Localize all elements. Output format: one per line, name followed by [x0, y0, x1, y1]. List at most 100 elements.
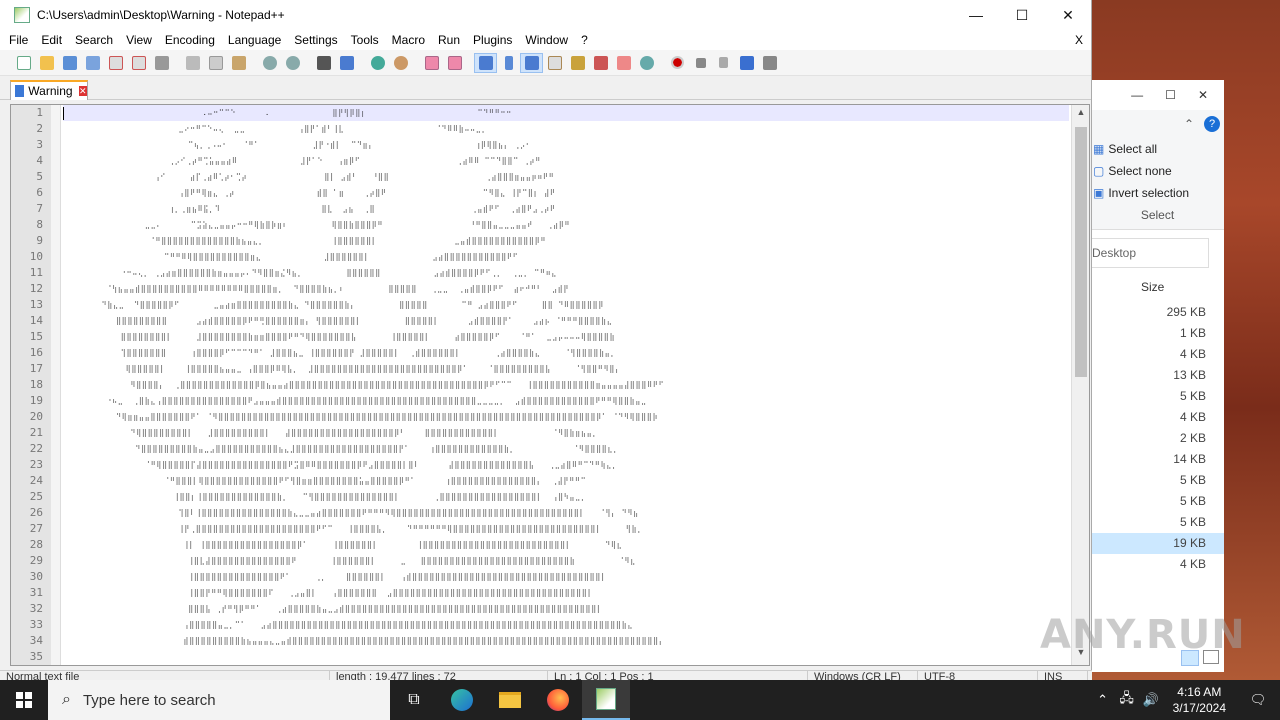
doc-map-icon[interactable]: [566, 53, 589, 73]
menu-macro[interactable]: Macro: [392, 33, 425, 47]
help-icon[interactable]: ?: [1204, 116, 1220, 132]
word-wrap-icon[interactable]: [474, 52, 497, 73]
copy-icon[interactable]: [204, 53, 227, 73]
editor-line[interactable]: ⢿⣿⣿⣿⣿⣿⡇ ⢸⣿⣿⣿⣿⣿⣦⣤⣤⣀ ⢠⣿⣿⣿⡿⠿⢿⣧⡀ ⣸⣿⣿⣿⣿⣿⣿⣿⣿⣿⣿…: [63, 361, 1069, 377]
editor-line[interactable]: ⠐⠦⣀ ⢀⣿⣷⣄⢠⣿⣿⣿⣿⣿⣿⣿⣿⣿⣿⣿⣿⣿⣿⣿⠟⣠⣤⣤⣤⣾⣿⣿⣿⣿⣿⣿⣿⣿⣿⣿…: [63, 393, 1069, 409]
clock[interactable]: 4:16 AM 3/17/2024: [1163, 684, 1236, 716]
editor-line[interactable]: ⠙⢿⣶⣶⣤⣤⣿⣿⣿⣿⣿⣿⣿⠟⠁ ⠈⠻⣿⣿⣿⣿⣿⣿⣿⣿⣿⣿⣿⣿⣿⣿⣿⣿⣿⣿⣿⣿⣿⣿…: [63, 409, 1069, 425]
edge-icon[interactable]: [438, 680, 486, 720]
editor-line[interactable]: ⢸⡇ ⢸⣿⣿⣿⣿⣿⣿⣿⣿⣿⣿⣿⣿⣿⣿⣿⣿⡿⠁ ⢸⣿⣿⣿⣿⣿⣿⡇ ⢸⣿⣿⣿⣿⣿⣿⣿…: [63, 537, 1069, 553]
editor-line[interactable]: ⢹⣿⠇⢸⣿⣿⣿⣿⣿⣿⣿⣿⣿⣿⣿⣿⣿⣿⣿⣷⣄⣀⣀⣤⣴⣿⣿⣿⣿⣿⣿⣿⠟⠛⠛⠛⠻⢿⣿⣿…: [63, 505, 1069, 521]
menu-help[interactable]: ?: [581, 33, 588, 47]
text-editor[interactable]: 1 2 3 4 5 6 7 8 9 10 11 12 13 14 15 16 17 18 19 20 21 22 23 24 2…: [10, 104, 1090, 666]
stop-macro-icon[interactable]: [689, 53, 712, 73]
editor-line[interactable]: ⣿⣿⣿⣿⣿⣿⣿⣿⣿ ⣠⣴⣾⣿⣿⣿⣿⣿⡿⠟⠛⢛⣿⣿⣿⣿⣿⣿⣶⡄ ⢻⣿⣿⣿⣿⣿⣿⡇ …: [63, 313, 1069, 329]
close-icon[interactable]: ✕: [1198, 88, 1208, 102]
file-row-size[interactable]: 295 KB: [1091, 302, 1224, 323]
show-all-chars-icon[interactable]: [497, 53, 520, 73]
sync-vertical-icon[interactable]: [420, 53, 443, 73]
play-macro-icon[interactable]: [712, 53, 735, 73]
vertical-scrollbar[interactable]: ▲ ▼: [1071, 105, 1089, 665]
indent-guide-icon[interactable]: [520, 52, 543, 73]
find-icon[interactable]: [312, 53, 335, 73]
size-column-header[interactable]: Size: [1091, 268, 1224, 302]
editor-line[interactable]: ⢹⣿⣿⣿⣿⣿⣿⣿ ⢰⣿⣿⣿⣿⡿⠋⠉⠉⠉⠙⠛⠁ ⣸⣿⣿⣿⣦⣀ ⢸⣿⣿⣿⣿⣿⣿⡟ ⣸…: [63, 345, 1069, 361]
network-icon[interactable]: 🖧: [1115, 689, 1139, 711]
editor-line[interactable]: .⠤⠒⠉⠉⠑ . ⣿⡟⢻⡿⣿⡆ ⠉⠙⠛⠛⠒⠒⠀: [63, 105, 1069, 121]
editor-line[interactable]: ⠈⢳⣦⣤⣤⣾⣿⣿⣿⣿⣿⣿⣿⣿⣿⣿⠿⠿⠿⠿⠿⠿⠿⠿⣿⣿⣿⣿⣿⣶⡀ ⠙⣿⣿⣿⣿⣷⣦⡀…: [63, 281, 1069, 297]
file-row-size[interactable]: 13 KB: [1091, 365, 1224, 386]
save-icon[interactable]: [58, 53, 81, 73]
menu-run[interactable]: Run: [438, 33, 460, 47]
close-tab-icon[interactable]: ✕: [78, 86, 87, 96]
editor-line[interactable]: ⣿⣿⣿⣿⣿⣿⣿⣿⡇ ⣸⣿⣿⣿⣿⣿⣿⣿⣿⣷⣶⣶⣿⣿⣿⣿⠟⠛⠙⢿⣿⣿⣿⣿⣿⣿⣿⣧ ⢸…: [63, 329, 1069, 345]
editor-line[interactable]: ⣀⣀⠄ ⠉⣩⣵⣄⣀⣤⣤⡤⠒⠒⠛⢿⣷⣿⡷⣶⠆ ⢿⣿⣿⣷⣿⣿⣿⡿⠛ ⠘⠛⣿⣿⣤⣀⣀⣀…: [63, 217, 1069, 233]
menu-plugins[interactable]: Plugins: [473, 33, 512, 47]
editor-line[interactable]: ⢰⡀⢀⣶⣦⠿⣯⡀⠹ ⣿⣇ ⣠⣦ ⢀⣿ ⢀⣤⣾⠟⠋ ⢀⣴⣿⠟⣠⢀⡴⠟: [63, 201, 1069, 217]
volume-icon[interactable]: 🔊: [1139, 692, 1163, 708]
menu-file[interactable]: File: [9, 33, 28, 47]
udl-icon[interactable]: [543, 53, 566, 73]
close-file-icon[interactable]: [104, 53, 127, 73]
editor-line[interactable]: ⢀⡠⠊⢀⡴⠛⢉⣥⣤⣤⣴⠿ ⣸⡟⠁⠑ ⢠⣶⡿⠋ ⢀⣴⠿⠿ ⠉⠉⠙⣿⣿⠉ ⢀⡴⠛: [63, 153, 1069, 169]
firefox-icon[interactable]: [534, 680, 582, 720]
cut-icon[interactable]: [181, 53, 204, 73]
scroll-up-icon[interactable]: ▲: [1072, 107, 1089, 123]
file-row-size[interactable]: 4 KB: [1091, 407, 1224, 428]
chevron-up-icon[interactable]: ⌃: [1091, 692, 1115, 708]
editor-line[interactable]: ⠙⣷⣄⣀ ⠙⣿⣿⣿⣿⣿⡿⠋ ⣀⣤⣴⣶⣿⣿⣿⣿⣿⣿⣿⣿⣿⣷⣄ ⠙⣿⣿⣿⣿⣿⣿⣷⡄ …: [63, 297, 1069, 313]
taskbar-search[interactable]: ⌕ Type here to search: [48, 680, 390, 720]
minimize-icon[interactable]: —: [1131, 88, 1143, 102]
file-row-size[interactable]: 2 KB: [1091, 428, 1224, 449]
address-bar[interactable]: Desktop: [1091, 238, 1209, 268]
menu-edit[interactable]: Edit: [41, 33, 62, 47]
chevron-up-icon[interactable]: ⌃: [1184, 117, 1194, 131]
zoom-out-icon[interactable]: [389, 53, 412, 73]
record-macro-icon[interactable]: [666, 53, 689, 73]
open-file-icon[interactable]: [35, 53, 58, 73]
menu-view[interactable]: View: [126, 33, 152, 47]
editor-line[interactable]: ⢸⡟⢀⣿⣿⣿⣿⣿⣿⣿⣿⣿⣿⣿⣿⣿⣿⣿⣿⣿⣿⣿⣿⣿⠟⠋⠉ ⢸⣿⣿⣿⣿⣧⡀ ⠙⠛⠛⠛…: [63, 521, 1069, 537]
file-row-size[interactable]: 4 KB: [1091, 344, 1224, 365]
sync-horizontal-icon[interactable]: [443, 53, 466, 73]
redo-icon[interactable]: [281, 53, 304, 73]
file-row-size[interactable]: 14 KB: [1091, 449, 1224, 470]
editor-line[interactable]: ⢠⣿⣿⣿⣿⣿⣤⣀⡀⠉⠁ ⣠⣴⣿⣿⣿⣿⣿⣿⣿⣿⣿⣿⣿⣿⣿⣿⣿⣿⣿⣿⣿⣿⣿⣿⣿⣿⣿⣿…: [63, 617, 1069, 633]
menu-window[interactable]: Window: [525, 33, 568, 47]
save-all-icon[interactable]: [81, 53, 104, 73]
editor-line[interactable]: ⢠⣿⠟⠛⢿⣶⣄ ⢀⡴ ⣾⣿ ⠁⣶ ⢀⡴⣿⠟ ⠉⠻⣿⣄ ⢸⡟⠉⣿⡆ ⣼⠟: [63, 185, 1069, 201]
maximize-button[interactable]: ☐: [999, 0, 1045, 30]
editor-line[interactable]: ⠈⠛⣿⣿⣿⣿⣿⣿⣿⣿⣿⣿⣿⣿⣿⣷⣦⣤⣄⡀ ⢸⣿⣿⣿⣿⣿⣿⡇ ⣀⣤⣾⣿⣿⣿⣿⣿⣿⣿…: [63, 233, 1069, 249]
file-row-size[interactable]: 5 KB: [1091, 491, 1224, 512]
replace-icon[interactable]: [335, 53, 358, 73]
file-row-size[interactable]: 5 KB: [1091, 470, 1224, 491]
tab-warning[interactable]: Warning ✕: [10, 80, 88, 100]
editor-line[interactable]: ⠙⣿⣿⣿⣿⣿⣿⣿⣿⣿⣷⣤⣀⣠⣿⣿⣿⣿⣿⣿⣿⣿⣿⣿⣿⣦⣄⣸⣿⣿⣿⣿⣿⣿⣿⣿⣿⣿⣿⣿…: [63, 441, 1069, 457]
editor-line[interactable]: ⣿⣿⣿⣧ ⢀⡞⠛⢻⡿⠛⠛⠁ ⢀⣴⣿⣿⣿⣿⣿⣷⣤⣀⣠⣾⣿⣿⣿⣿⣿⣿⣿⣿⣿⣿⣿⣿⣿⣿…: [63, 601, 1069, 617]
editor-line[interactable]: ⠙⢿⣿⣿⣿⣿⣿⣿⣿⣿⡇ ⣸⣿⣿⣿⣿⣿⣿⣿⣿⣿⡇ ⣼⣿⣿⣿⣿⣿⣿⣿⣿⣿⣿⣿⣿⣿⣿⣿…: [63, 425, 1069, 441]
file-row-size[interactable]: 5 KB: [1091, 386, 1224, 407]
invert-selection-button[interactable]: ▣ Invert selection: [1091, 182, 1224, 204]
paste-icon[interactable]: [227, 53, 250, 73]
maximize-icon[interactable]: ☐: [1165, 88, 1176, 102]
editor-line[interactable]: ⠉⢦⡀⢀⠠⠤⠂ ⠈⠛⠁ ⣸⡟⠐⣾⡇ ⠉⠙⣶⡄ ⢰⡿⢿⣿⣦⡄ ⢀⡠⠂: [63, 137, 1069, 153]
editor-line[interactable]: ⠈⠛⣿⣿⣿⡇⢿⣿⣿⣿⣿⣿⣿⣿⣿⣿⣿⣿⣿⣿⠟⠋⢻⣿⣶⣶⣿⣿⣿⣿⣿⣿⣿⣿⣥⣤⣿⣿⣿⣿…: [63, 473, 1069, 489]
close-all-icon[interactable]: [127, 53, 150, 73]
editor-line[interactable]: ⠉⠛⠛⠿⢿⣿⣿⣿⣿⣿⣿⣿⣿⣿⣿⣶⣄ ⣸⣿⣿⣿⣿⣿⣿⡇ ⣠⣴⣿⣿⣿⣿⣿⣿⣿⣿⣿⣿⣿…: [63, 249, 1069, 265]
notifications-icon[interactable]: 🗨: [1236, 692, 1280, 708]
print-icon[interactable]: [150, 53, 173, 73]
start-button[interactable]: [0, 680, 48, 720]
editor-line[interactable]: ⢸⣿⣿⣿⣿⣿⣿⣿⣿⣿⣿⣿⣿⣿⣿⣿⠟⠁ ⢀⡀ ⣿⣿⣿⣿⣿⣿⡇ ⢠⣾⣿⣿⣿⣿⣿⣿⣿⣿…: [63, 569, 1069, 585]
undo-icon[interactable]: [258, 53, 281, 73]
editor-line[interactable]: ⢸⣿⣿⡟⠛⠛⢿⣿⣿⣿⣿⣿⣿⣿⠏ ⢀⣠⣤⣿⡇ ⢠⣿⣿⣿⣿⣿⣿⣿ ⣠⣿⣿⣿⣿⣿⣿⣿⣿…: [63, 585, 1069, 601]
menu-language[interactable]: Language: [228, 33, 281, 47]
save-macro-icon[interactable]: [758, 53, 781, 73]
editor-line[interactable]: ⣀⠔⠒⠛⠉⠑⠤⢄ ⣀⣀ ⢠⣿⡟⠁⣾⠃⢸⣇ ⠈⠙⠿⠿⣷⠤⠤⣀⡀: [63, 121, 1069, 137]
editor-line[interactable]: ⠐⠒⠤⢄⡀ ⢀⣠⣴⣶⣿⣿⣿⣿⣿⣿⣷⣶⣤⣤⣤⡤⠄⠙⠻⣿⣿⣶⣌⠻⣦⡀ ⣿⣿⣿⣿⣿⣿ …: [63, 265, 1069, 281]
menu-tools[interactable]: Tools: [351, 33, 379, 47]
run-macro-multiple-icon[interactable]: [735, 53, 758, 73]
new-file-icon[interactable]: [12, 53, 35, 73]
code-area[interactable]: .⠤⠒⠉⠉⠑ . ⣿⡟⢻⡿⣿⡆ ⠉⠙⠛⠛⠒⠒⠀ ⣀⠔⠒⠛⠉⠑⠤⢄ ⣀⣀ ⢠⣿⡟⠁…: [63, 105, 1069, 665]
menu-search[interactable]: Search: [75, 33, 113, 47]
editor-line[interactable]: ⢸⣿⣇⣼⣿⣿⣿⣿⣿⣿⣿⣿⣿⣿⣿⣿⣿⣿⠟ ⢸⣿⣿⣿⣿⣿⣿⡇ ⣀ ⣿⣿⣿⣿⣿⣿⣿⣿⣿…: [63, 553, 1069, 569]
